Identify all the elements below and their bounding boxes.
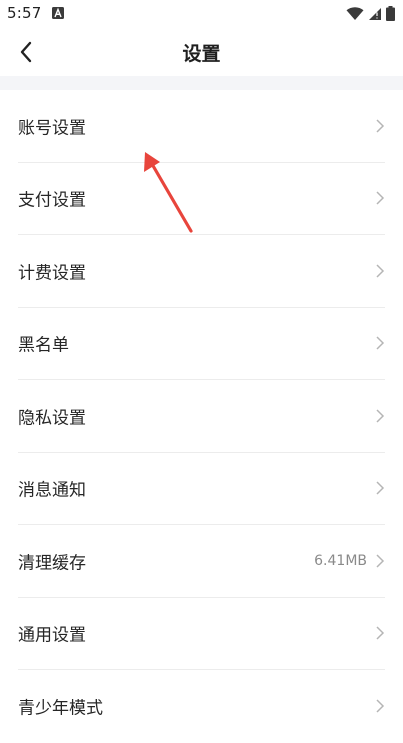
chevron-right-icon — [376, 119, 385, 133]
settings-item-label: 计费设置 — [18, 263, 86, 284]
settings-item-label: 青少年模式 — [18, 698, 103, 719]
settings-item-label: 清理缓存 — [18, 553, 86, 574]
settings-item-label: 账号设置 — [18, 118, 86, 139]
chevron-right-icon — [376, 264, 385, 278]
header-bar: 设置 — [0, 28, 403, 76]
status-bar: 5:57 — [0, 0, 403, 28]
status-icons — [346, 6, 395, 21]
chevron-right-icon — [376, 191, 385, 205]
section-separator — [0, 76, 403, 90]
settings-item-label: 消息通知 — [18, 480, 86, 501]
settings-item-general[interactable]: 通用设置 — [18, 598, 385, 670]
settings-item-account[interactable]: 账号设置 — [18, 90, 385, 163]
settings-item-billing[interactable]: 计费设置 — [18, 235, 385, 308]
settings-item-notifications[interactable]: 消息通知 — [18, 453, 385, 525]
chevron-right-icon — [376, 481, 385, 495]
a-badge-icon — [52, 7, 64, 19]
settings-item-label: 隐私设置 — [18, 408, 86, 429]
chevron-right-icon — [376, 336, 385, 350]
settings-item-label: 支付设置 — [18, 190, 86, 211]
cell-signal-icon — [369, 7, 381, 20]
chevron-right-icon — [376, 409, 385, 423]
settings-list: 账号设置 支付设置 计费设置 黑名单 隐私设置 消息通知 清理缓存 6.41MB… — [0, 90, 403, 743]
settings-item-clear-cache[interactable]: 清理缓存 6.41MB — [18, 525, 385, 598]
chevron-right-icon — [376, 626, 385, 640]
page-title: 设置 — [182, 43, 221, 65]
settings-item-payment[interactable]: 支付设置 — [18, 163, 385, 235]
wifi-icon — [346, 6, 364, 20]
cache-size-value: 6.41MB — [314, 552, 367, 569]
chevron-right-icon — [376, 554, 385, 568]
settings-item-teen-mode[interactable]: 青少年模式 — [18, 670, 385, 743]
chevron-right-icon — [376, 699, 385, 713]
settings-item-label: 通用设置 — [18, 625, 86, 646]
settings-item-label: 黑名单 — [18, 335, 69, 356]
settings-item-privacy[interactable]: 隐私设置 — [18, 380, 385, 453]
settings-item-blacklist[interactable]: 黑名单 — [18, 308, 385, 380]
status-time: 5:57 — [7, 4, 42, 22]
battery-icon — [386, 6, 395, 21]
